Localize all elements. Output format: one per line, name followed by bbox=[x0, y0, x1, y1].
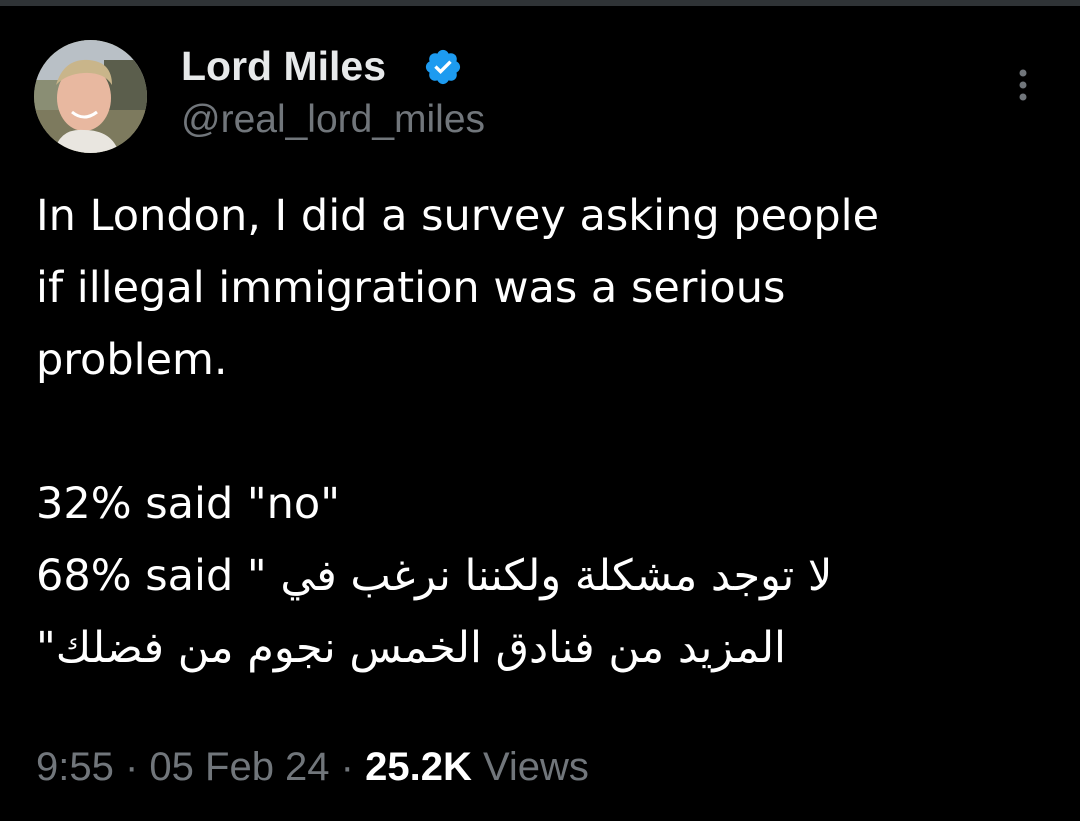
tweet-line-4: 32% said "no" bbox=[36, 479, 341, 529]
tweet-line-2: if illegal immigration was a serious bbox=[36, 263, 786, 313]
tweet-text: In London, I did a survey asking people … bbox=[36, 180, 1046, 684]
display-name[interactable]: Lord Miles bbox=[181, 40, 386, 92]
tweet-line-3: problem. bbox=[36, 335, 228, 385]
avatar[interactable] bbox=[34, 40, 147, 153]
top-divider bbox=[0, 0, 1080, 6]
verified-badge-icon bbox=[425, 49, 461, 85]
tweet-line-5-arabic: لا توجد مشكلة ولكننا نرغب في bbox=[280, 551, 833, 601]
meta-separator: · bbox=[113, 745, 150, 789]
views-label: Views bbox=[471, 745, 589, 789]
more-options-icon[interactable] bbox=[1008, 66, 1038, 106]
tweet-date[interactable]: 05 Feb 24 bbox=[149, 745, 329, 789]
tweet-line-1: In London, I did a survey asking people bbox=[36, 191, 880, 241]
tweet-line-5: 68% said " لا توجد مشكلة ولكننا نرغب في bbox=[36, 540, 1046, 612]
profile-photo bbox=[34, 40, 147, 153]
tweet-line-5-prefix: 68% said " bbox=[36, 551, 281, 601]
tweet-meta: 9:55 · 05 Feb 24 · 25.2K Views bbox=[36, 740, 589, 794]
views-count[interactable]: 25.2K bbox=[365, 745, 472, 789]
user-handle[interactable]: @real_lord_miles bbox=[181, 95, 485, 145]
tweet-time[interactable]: 9:55 bbox=[36, 745, 114, 789]
meta-separator: · bbox=[329, 745, 366, 789]
tweet-line-6-arabic: المزيد من فنادق الخمس نجوم من فضلك" bbox=[36, 623, 787, 673]
